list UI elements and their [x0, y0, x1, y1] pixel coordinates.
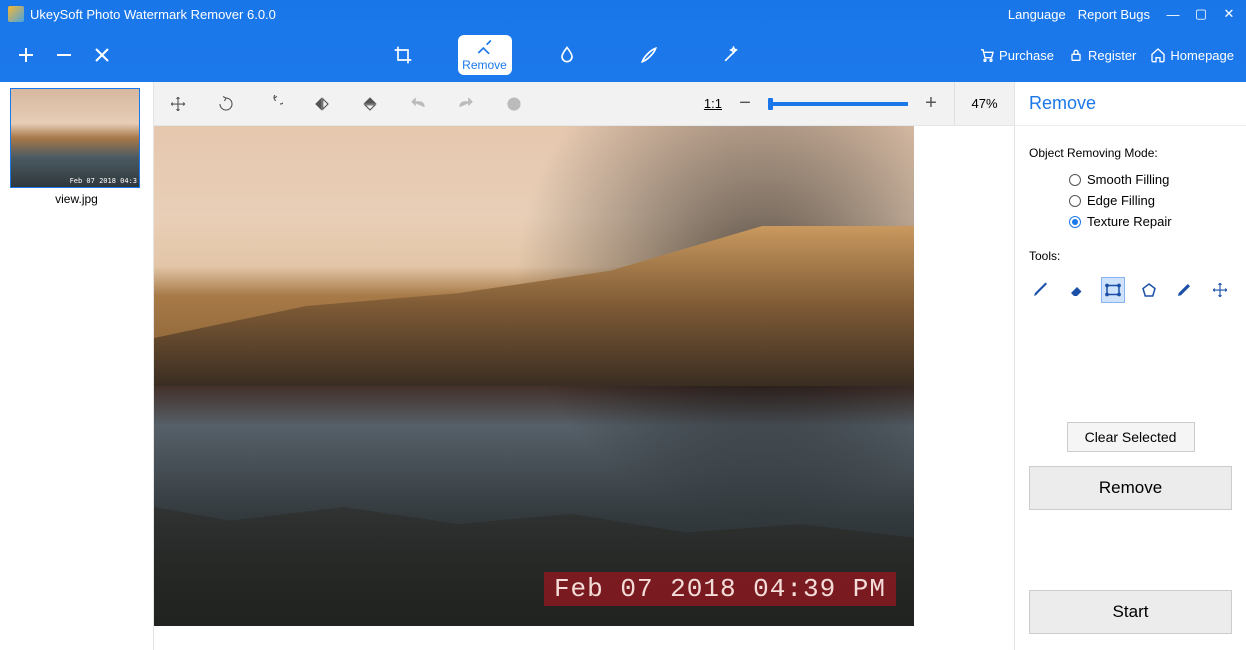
undo-button[interactable]	[394, 82, 442, 126]
tool-move[interactable]	[1208, 277, 1232, 303]
radio-icon	[1069, 174, 1081, 186]
home-icon	[1150, 47, 1166, 63]
mode-edge-filling[interactable]: Edge Filling	[1069, 193, 1232, 208]
zoom-percent: 47%	[954, 82, 1014, 125]
mode-label: Object Removing Mode:	[1029, 146, 1232, 160]
zoom-out-button[interactable]: −	[736, 92, 754, 115]
tools-label: Tools:	[1029, 249, 1232, 263]
clear-images-button[interactable]	[92, 45, 112, 65]
radio-icon	[1069, 195, 1081, 207]
purchase-link[interactable]: Purchase	[979, 47, 1054, 63]
register-label: Register	[1088, 48, 1136, 63]
add-image-button[interactable]	[16, 45, 36, 65]
maximize-button[interactable]: ▢	[1192, 6, 1210, 22]
thumbnail-item[interactable]: Feb 07 2018 04:3	[10, 88, 140, 188]
report-bugs-link[interactable]: Report Bugs	[1078, 7, 1150, 22]
thumbnail-watermark: Feb 07 2018 04:3	[70, 177, 137, 185]
edit-toolbar: 1:1 − + 47%	[154, 82, 1014, 126]
tool-pen[interactable]	[1172, 277, 1196, 303]
tool-brush[interactable]	[1029, 277, 1053, 303]
mode-texture-repair[interactable]: Texture Repair	[1069, 214, 1232, 229]
zoom-in-button[interactable]: +	[922, 92, 940, 115]
rotate-right-button[interactable]	[250, 82, 298, 126]
side-panel: Remove Object Removing Mode: Smooth Fill…	[1014, 82, 1246, 650]
tool-polygon-select[interactable]	[1137, 277, 1161, 303]
mode-option-label: Texture Repair	[1087, 214, 1172, 229]
language-link[interactable]: Language	[1008, 7, 1066, 22]
tool-rectangle-select[interactable]	[1101, 277, 1125, 303]
crop-tool[interactable]	[376, 35, 430, 75]
flip-horizontal-button[interactable]	[298, 82, 346, 126]
mode-smooth-filling[interactable]: Smooth Filling	[1069, 172, 1232, 187]
mode-option-label: Smooth Filling	[1087, 172, 1169, 187]
redo-button[interactable]	[442, 82, 490, 126]
window-title: UkeySoft Photo Watermark Remover 6.0.0	[30, 7, 1008, 22]
zoom-slider[interactable]	[768, 102, 908, 106]
move-tool[interactable]	[154, 82, 202, 126]
panel-title: Remove	[1015, 82, 1246, 126]
thumbnail-panel: Feb 07 2018 04:3 view.jpg	[0, 82, 154, 650]
homepage-label: Homepage	[1170, 48, 1234, 63]
remove-tool[interactable]: Remove	[458, 35, 512, 75]
delete-button[interactable]	[490, 82, 538, 126]
canvas-area[interactable]: Feb 07 2018 04:39 PM	[154, 126, 1014, 650]
zoom-ratio-button[interactable]: 1:1	[704, 96, 722, 111]
water-drop-tool[interactable]	[540, 35, 594, 75]
tool-eraser[interactable]	[1065, 277, 1089, 303]
start-button[interactable]: Start	[1029, 590, 1232, 634]
photo-watermark: Feb 07 2018 04:39 PM	[544, 572, 896, 606]
clear-selected-button[interactable]: Clear Selected	[1067, 422, 1195, 452]
app-logo-icon	[8, 6, 24, 22]
flip-vertical-button[interactable]	[346, 82, 394, 126]
minimize-button[interactable]: —	[1164, 7, 1182, 22]
cart-icon	[979, 47, 995, 63]
purchase-label: Purchase	[999, 48, 1054, 63]
rotate-left-button[interactable]	[202, 82, 250, 126]
close-button[interactable]: ✕	[1220, 6, 1238, 22]
mode-option-label: Edge Filling	[1087, 193, 1155, 208]
radio-icon	[1069, 216, 1081, 228]
lock-icon	[1068, 47, 1084, 63]
remove-button[interactable]: Remove	[1029, 466, 1232, 510]
remove-image-button[interactable]	[54, 45, 74, 65]
register-link[interactable]: Register	[1068, 47, 1136, 63]
remove-tool-label: Remove	[462, 58, 507, 72]
thumbnail-filename: view.jpg	[10, 192, 143, 206]
homepage-link[interactable]: Homepage	[1150, 47, 1234, 63]
title-bar: UkeySoft Photo Watermark Remover 6.0.0 L…	[0, 0, 1246, 28]
brush-tool[interactable]	[622, 35, 676, 75]
photo-preview[interactable]: Feb 07 2018 04:39 PM	[154, 126, 914, 626]
main-toolbar: Remove Purchase Register Homepage	[0, 28, 1246, 82]
magic-wand-tool[interactable]	[704, 35, 758, 75]
